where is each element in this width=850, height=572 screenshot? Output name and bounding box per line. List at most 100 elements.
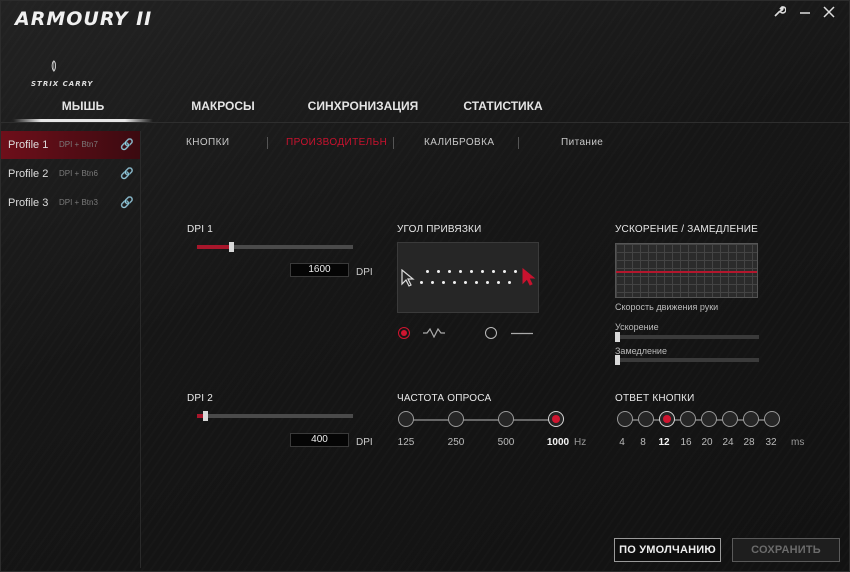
app-window: ARMOURY II STRIX CARRY МЫШЬ МАКРОСЫ СИНХ… (0, 0, 850, 572)
profile-button-binding: DPI + Btn7 (59, 140, 98, 149)
close-icon[interactable] (823, 5, 835, 23)
button-response-value: 4 (619, 437, 625, 448)
snap-dot (453, 281, 456, 284)
profile-name: Profile 3 (8, 197, 49, 209)
button-response-value: 8 (640, 437, 646, 448)
dpi1-unit: DPI (356, 267, 373, 278)
acceleration-slider[interactable] (615, 332, 759, 342)
acceleration-graph (615, 243, 758, 298)
subtab-calibration[interactable]: КАЛИБРОВКА (424, 137, 494, 148)
polling-rate-option-selected[interactable] (548, 411, 564, 427)
deceleration-slider-label: Замедление (615, 346, 667, 356)
snap-dot (442, 281, 445, 284)
acceleration-label: УСКОРЕНИЕ / ЗАМЕДЛЕНИЕ (615, 224, 759, 235)
dpi1-value-field[interactable]: 1600 (290, 263, 349, 277)
profile-name: Profile 2 (8, 168, 49, 180)
dpi1-label: DPI 1 (187, 224, 214, 235)
polling-rate-option[interactable] (398, 411, 414, 427)
cursor-arrow-active-icon (522, 268, 536, 286)
button-response-value: 32 (765, 437, 777, 448)
dpi2-unit: DPI (356, 437, 373, 448)
button-response-option[interactable] (617, 411, 633, 427)
zigzag-line-icon (423, 328, 445, 338)
dpi2-slider[interactable] (197, 411, 353, 421)
snap-dot (431, 281, 434, 284)
minimize-icon[interactable] (799, 5, 811, 23)
snap-dot (470, 270, 473, 273)
polling-rate-value: 250 (447, 437, 465, 448)
snap-dot (481, 270, 484, 273)
polling-rate-option[interactable] (498, 411, 514, 427)
button-response-label: ОТВЕТ КНОПКИ (615, 393, 695, 404)
deceleration-slider[interactable] (615, 355, 759, 365)
snap-dot (475, 281, 478, 284)
button-response-value-selected: 12 (658, 437, 670, 448)
polling-rate-value: 500 (497, 437, 515, 448)
dpi1-slider-thumb[interactable] (229, 242, 234, 252)
button-response-unit: ms (791, 437, 805, 448)
snap-dot (503, 270, 506, 273)
profile-name: Profile 1 (8, 139, 49, 151)
save-button[interactable]: СОХРАНИТЬ (732, 538, 840, 562)
polling-rate-option[interactable] (448, 411, 464, 427)
snap-dot (437, 270, 440, 273)
polling-rate-label: ЧАСТОТА ОПРОСА (397, 393, 492, 404)
button-response-option[interactable] (743, 411, 759, 427)
link-icon[interactable]: 🔗 (120, 131, 134, 159)
subtab-power[interactable]: Питание (561, 137, 603, 148)
tab-sync[interactable]: СИНХРОНИЗАЦИЯ (308, 99, 419, 113)
subtab-separator (393, 137, 394, 149)
dpi1-slider-fill (197, 245, 231, 249)
tab-statistics[interactable]: СТАТИСТИКА (463, 99, 542, 113)
dpi2-value-field[interactable]: 400 (290, 433, 349, 447)
link-icon[interactable]: 🔗 (120, 160, 134, 188)
profile-button-binding: DPI + Btn6 (59, 169, 98, 178)
button-response-option[interactable] (764, 411, 780, 427)
button-response-value: 24 (722, 437, 734, 448)
button-response-option[interactable] (701, 411, 717, 427)
subtab-buttons[interactable]: КНОПКИ (186, 137, 229, 148)
device-name: STRIX CARRY (31, 80, 94, 88)
wrench-icon[interactable] (772, 5, 787, 23)
acceleration-slider-thumb[interactable] (615, 332, 620, 342)
default-button[interactable]: ПО УМОЛЧАНИЮ (614, 538, 721, 562)
angle-snapping-on-radio[interactable] (398, 327, 410, 339)
profile-item-3[interactable]: Profile 3 DPI + Btn3 🔗 (1, 189, 140, 217)
button-response-option[interactable] (638, 411, 654, 427)
snap-dot (448, 270, 451, 273)
profile-sidebar: Profile 1 DPI + Btn7 🔗 Profile 2 DPI + B… (1, 131, 141, 568)
polling-rate-unit: Hz (574, 437, 587, 448)
snap-dot (497, 281, 500, 284)
snap-dot (514, 270, 517, 273)
deceleration-slider-thumb[interactable] (615, 355, 620, 365)
snap-dot (426, 270, 429, 273)
button-response-option-selected[interactable] (659, 411, 675, 427)
angle-snapping-label: УГОЛ ПРИВЯЗКИ (397, 224, 482, 235)
dpi2-slider-thumb[interactable] (203, 411, 208, 421)
polling-rate-value: 125 (397, 437, 415, 448)
polling-rate-value-selected: 1000 (546, 437, 570, 448)
profile-button-binding: DPI + Btn3 (59, 198, 98, 207)
tab-macros[interactable]: МАКРОСЫ (191, 99, 255, 113)
acceleration-curve (616, 271, 757, 273)
subtab-separator (267, 137, 268, 149)
mouse-logo-icon (51, 60, 56, 72)
snap-dot (459, 270, 462, 273)
snap-dot (464, 281, 467, 284)
subtab-separator (518, 137, 519, 149)
profile-item-2[interactable]: Profile 2 DPI + Btn6 🔗 (1, 160, 140, 188)
tab-mouse[interactable]: МЫШЬ (62, 99, 104, 113)
main-tabs: МЫШЬ МАКРОСЫ СИНХРОНИЗАЦИЯ СТАТИСТИКА (1, 99, 850, 119)
cursor-arrow-icon (401, 269, 415, 287)
profile-item-1[interactable]: Profile 1 DPI + Btn7 🔗 (1, 131, 140, 159)
snap-dot (492, 270, 495, 273)
angle-snapping-off-radio[interactable] (485, 327, 497, 339)
link-icon[interactable]: 🔗 (120, 189, 134, 217)
snap-dot (508, 281, 511, 284)
subtab-performance[interactable]: ПРОИЗВОДИТЕЛЬН (286, 137, 387, 148)
button-response-value: 16 (680, 437, 692, 448)
button-response-option[interactable] (722, 411, 738, 427)
acceleration-slider-label: Ускорение (615, 322, 659, 332)
dpi1-slider[interactable] (197, 242, 353, 252)
button-response-option[interactable] (680, 411, 696, 427)
